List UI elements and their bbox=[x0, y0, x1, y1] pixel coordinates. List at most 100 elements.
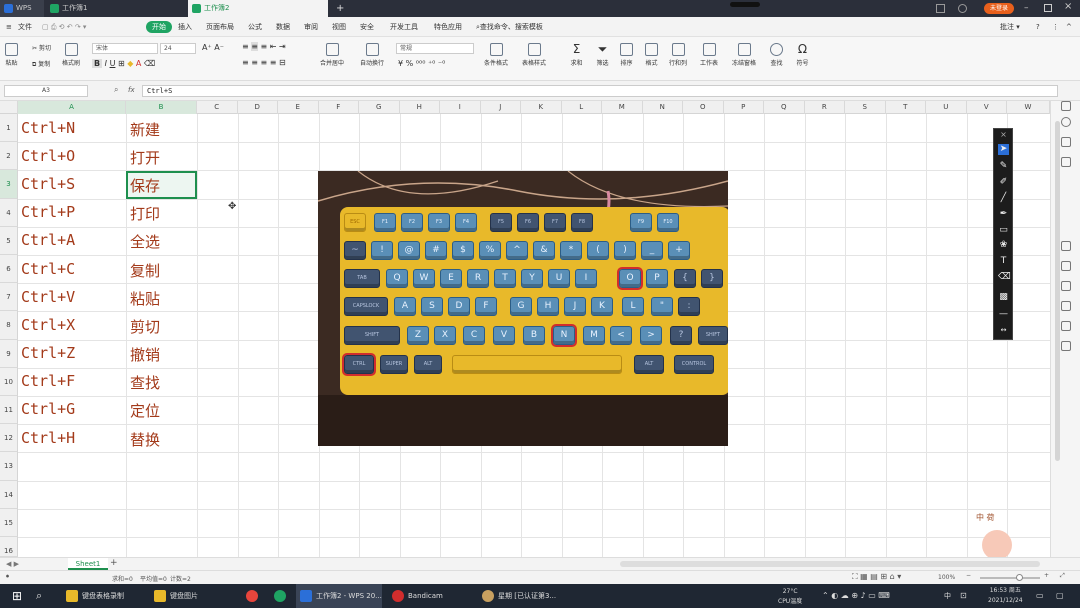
column-header-h[interactable]: H bbox=[400, 101, 440, 114]
window-drag-handle[interactable] bbox=[730, 2, 760, 7]
row-header[interactable]: 2 bbox=[0, 142, 18, 171]
worksheet-button[interactable]: 工作表 bbox=[700, 43, 718, 67]
row-header[interactable]: 5 bbox=[0, 226, 18, 255]
help-icon[interactable]: ? bbox=[1036, 17, 1040, 37]
row-header[interactable]: 16 bbox=[0, 537, 18, 557]
more-icon[interactable]: ⋮ bbox=[1052, 17, 1059, 37]
column-header-p[interactable]: P bbox=[724, 101, 764, 114]
column-header-m[interactable]: M bbox=[602, 101, 643, 114]
find-button[interactable]: 查找 bbox=[770, 43, 783, 67]
tab-security[interactable]: 安全 bbox=[360, 17, 374, 37]
row-header[interactable]: 4 bbox=[0, 198, 18, 227]
font-name-select[interactable]: 宋体 bbox=[92, 43, 158, 54]
cell-a11[interactable]: Ctrl+G bbox=[21, 400, 75, 418]
palette-icon[interactable]: ❀ bbox=[998, 240, 1009, 251]
keyboard-photo[interactable]: ESC F1 F2 F3 F4 F5 F6 F7 F8 F9 F10 ~ ! @… bbox=[318, 171, 728, 446]
column-header-s[interactable]: S bbox=[845, 101, 886, 114]
zoom-out-icon[interactable]: − bbox=[966, 572, 971, 579]
number-buttons[interactable]: ¥ % ⁰⁰⁰ ⁺⁰ ⁻⁰ bbox=[398, 59, 445, 68]
cell-a3[interactable]: Ctrl+S bbox=[21, 175, 75, 193]
column-header-t[interactable]: T bbox=[886, 101, 926, 114]
ime-indicator[interactable]: 中 bbox=[944, 584, 951, 608]
row-header[interactable]: 1 bbox=[0, 114, 18, 143]
tab-data[interactable]: 数据 bbox=[276, 17, 290, 37]
row-header[interactable]: 9 bbox=[0, 339, 18, 368]
fullscreen-icon[interactable]: ⤢ bbox=[1060, 572, 1065, 580]
macro-icon[interactable]: ⏺ bbox=[6, 573, 9, 581]
row-header[interactable]: 13 bbox=[0, 452, 18, 481]
cell-a10[interactable]: Ctrl+F bbox=[21, 372, 75, 390]
symbol-button[interactable]: Ω 符号 bbox=[796, 43, 809, 68]
table-style-button[interactable]: 表格样式 bbox=[522, 43, 546, 67]
column-header-c[interactable]: C bbox=[197, 101, 238, 114]
align-buttons-top[interactable]: ≡ ≡ ≡ ⇤ ⇥ bbox=[242, 42, 286, 51]
window-tab-2[interactable]: 工作簿2 bbox=[188, 0, 328, 17]
font-size-select[interactable]: 24 bbox=[160, 43, 196, 54]
row-header[interactable]: 8 bbox=[0, 311, 18, 340]
menu-file[interactable]: 文件 bbox=[18, 17, 32, 37]
cell-a5[interactable]: Ctrl+A bbox=[21, 231, 75, 249]
cell-b10[interactable]: 查找 bbox=[130, 372, 160, 393]
expand-icon[interactable]: ↔ bbox=[998, 325, 1009, 336]
view-mode-icons[interactable]: ⛶ ▦ ▤ ⊞ ⌂ ▾ bbox=[852, 572, 901, 582]
column-header-d[interactable]: D bbox=[238, 101, 278, 114]
style-icon[interactable] bbox=[1061, 157, 1071, 167]
tab-page-layout[interactable]: 页面布局 bbox=[206, 17, 234, 37]
row-header[interactable]: 12 bbox=[0, 424, 18, 453]
cut-button[interactable]: ✂ 剪切 bbox=[32, 43, 51, 52]
tab-start[interactable]: 开始 bbox=[146, 21, 172, 33]
pen-icon[interactable]: ✎ bbox=[998, 161, 1009, 172]
notification-icon[interactable]: ▭ bbox=[1036, 584, 1044, 608]
tab-developer[interactable]: 开发工具 bbox=[390, 17, 418, 37]
maximize-icon[interactable] bbox=[1044, 4, 1052, 12]
property-icon[interactable] bbox=[1061, 137, 1071, 147]
column-header-a[interactable]: A bbox=[18, 101, 126, 114]
picture-icon[interactable] bbox=[1061, 281, 1071, 291]
rectangle-icon[interactable]: ▭ bbox=[998, 225, 1009, 236]
formula-input[interactable]: Ctrl+S bbox=[142, 85, 1058, 97]
column-header-u[interactable]: U bbox=[926, 101, 967, 114]
column-header-q[interactable]: Q bbox=[764, 101, 805, 114]
column-header-k[interactable]: K bbox=[521, 101, 562, 114]
fx-button[interactable]: fx bbox=[128, 86, 135, 94]
zoom-slider[interactable] bbox=[980, 577, 1040, 579]
column-header-i[interactable]: I bbox=[440, 101, 481, 114]
taskbar-app-chrome[interactable] bbox=[246, 584, 260, 608]
tray-icons[interactable]: ⌃ ◐ ☁ ⊕ ♪ ▭ ⌨ bbox=[822, 584, 890, 608]
tab-insert[interactable]: 插入 bbox=[178, 17, 192, 37]
name-box[interactable]: A3 bbox=[4, 85, 88, 97]
row-header[interactable]: 10 bbox=[0, 367, 18, 396]
cell-b12[interactable]: 替换 bbox=[130, 429, 160, 450]
network-icon[interactable]: ⊡ bbox=[960, 584, 967, 608]
row-header[interactable]: 6 bbox=[0, 255, 18, 284]
sheet-nav-arrows[interactable]: ◀ ▶ bbox=[6, 560, 19, 568]
whiteboard-icon[interactable]: ▩ bbox=[998, 292, 1009, 303]
row-header[interactable]: 15 bbox=[0, 508, 18, 537]
cell-a12[interactable]: Ctrl+H bbox=[21, 429, 75, 447]
column-header-v[interactable]: V bbox=[967, 101, 1007, 114]
line-width-icon[interactable]: — bbox=[998, 309, 1009, 320]
copy-button[interactable]: ⧉ 复制 bbox=[32, 59, 50, 69]
new-tab-button[interactable]: + bbox=[332, 0, 348, 17]
zoom-in-icon[interactable]: + bbox=[1044, 572, 1049, 579]
clock[interactable]: 16:53 周五 2021/12/24 bbox=[988, 586, 1023, 610]
taskbar-app-keyboard-record[interactable]: 键盘表格录制 bbox=[62, 584, 142, 608]
conditional-format-button[interactable]: 条件格式 bbox=[484, 43, 508, 67]
collapse-ribbon-icon[interactable]: ^ bbox=[1066, 17, 1072, 37]
sum-button[interactable]: Σ 求和 bbox=[570, 43, 583, 68]
share-icon[interactable] bbox=[1061, 321, 1071, 331]
column-header-f[interactable]: F bbox=[319, 101, 359, 114]
column-header-e[interactable]: E bbox=[278, 101, 319, 114]
cell-a9[interactable]: Ctrl+Z bbox=[21, 344, 75, 362]
format-painter-button[interactable]: 格式刷 bbox=[62, 43, 80, 67]
close-icon[interactable]: × bbox=[1064, 1, 1072, 12]
panel-toggle-icon[interactable] bbox=[1061, 101, 1071, 111]
close-icon[interactable]: × bbox=[998, 129, 1009, 140]
cell-b8[interactable]: 剪切 bbox=[130, 316, 160, 337]
vertical-scrollbar[interactable] bbox=[1055, 121, 1060, 461]
cell-a2[interactable]: Ctrl+O bbox=[21, 147, 75, 165]
add-sheet-button[interactable]: + bbox=[110, 558, 118, 568]
windows-start-icon[interactable]: ⊞ bbox=[12, 584, 22, 608]
brush-icon[interactable]: ✒ bbox=[998, 209, 1009, 220]
align-buttons-bottom[interactable]: ≡ ≡ ≡ ≡ ⊟ bbox=[242, 58, 286, 67]
